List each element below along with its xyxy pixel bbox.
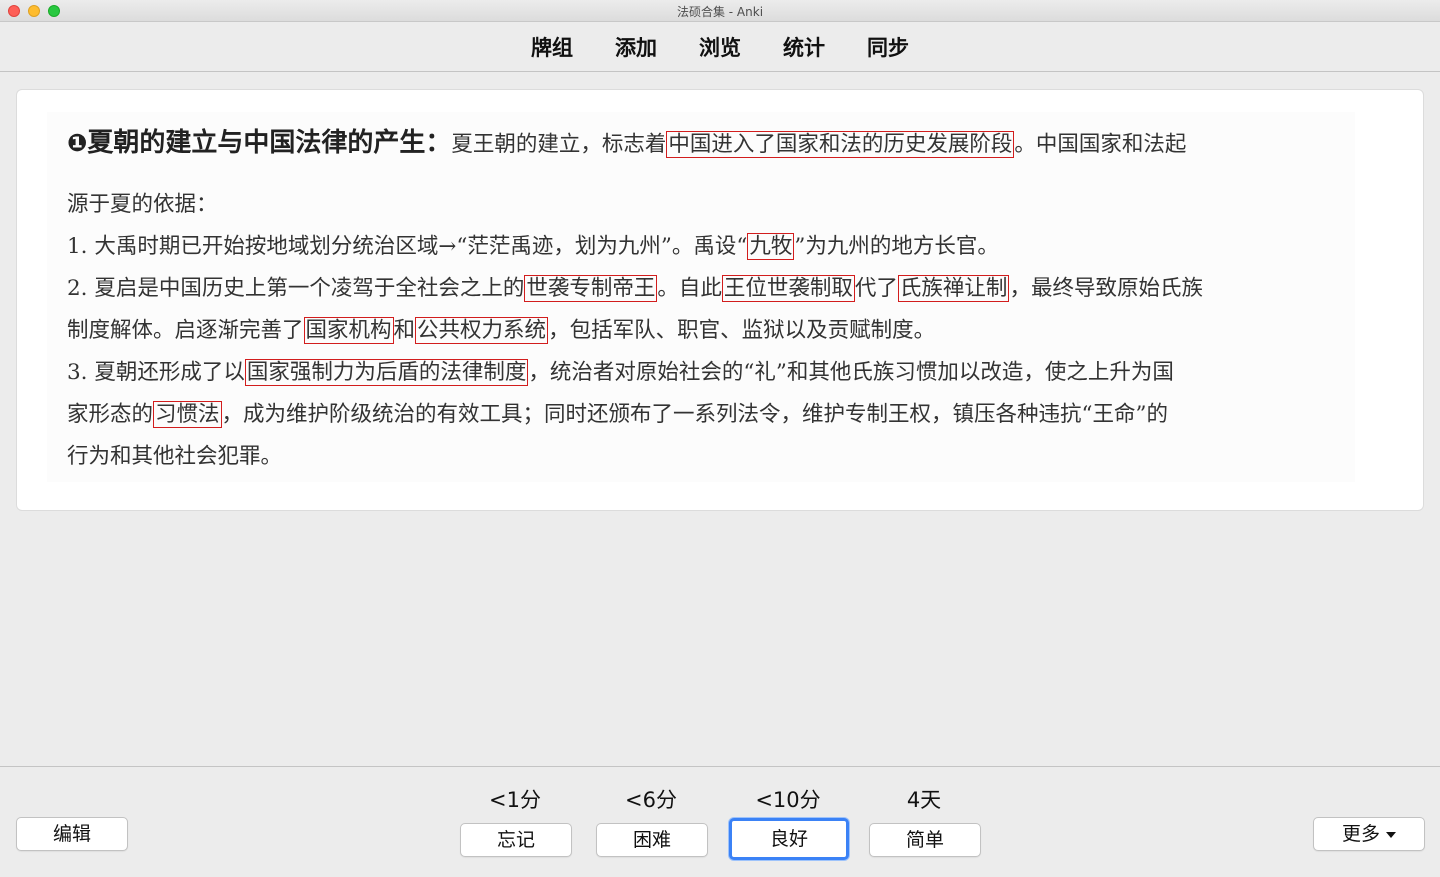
highlight-box: 国家机构 (303, 317, 394, 344)
more-button[interactable]: 更多 (1313, 817, 1425, 851)
highlight-box: 王位世袭制取 (721, 275, 855, 302)
text-span: 1. 大禹时期已开始按地域划分统治区域→“茫茫禹迹，划为九州”。禹设“ (67, 234, 748, 259)
text-span: 制度解体。启逐渐完善了 (67, 318, 304, 343)
text-span: 2. 夏启是中国历史上第一个凌驾于全社会之上的 (67, 276, 525, 301)
text-span: 家形态的 (67, 402, 154, 427)
card-line-4: 2. 夏启是中国历史上第一个凌驾于全社会之上的世袭专制帝王。自此王位世袭制取代了… (67, 268, 1335, 310)
interval-easy: 4天 (906, 788, 942, 812)
highlight-box: 国家强制力为后盾的法律制度 (244, 359, 529, 386)
text-span: 夏王朝的建立，标志着 (451, 132, 667, 157)
text-span: 源于夏的依据： (67, 192, 218, 217)
add-link[interactable]: 添加 (615, 32, 657, 62)
title-bar: 法硕合集 - Anki (0, 0, 1440, 22)
highlight-box: 公共权力系统 (415, 317, 549, 344)
card-content: ❶夏朝的建立与中国法律的产生：夏王朝的建立，标志着中国进入了国家和法的历史发展阶… (47, 112, 1355, 482)
text-span: 代了 (854, 276, 898, 301)
highlight-box: 九牧 (747, 233, 795, 260)
again-button[interactable]: 忘记 (460, 823, 572, 857)
more-label: 更多 (1341, 823, 1380, 845)
text-span: 3. 夏朝还形成了以 (67, 360, 245, 385)
text-span: 。自此 (657, 276, 722, 301)
stats-link[interactable]: 统计 (783, 32, 825, 62)
highlight-box: 氏族禅让制 (897, 275, 1010, 302)
decks-link[interactable]: 牌组 (531, 32, 573, 62)
text-span: ，统治者对原始社会的“礼”和其他氏族习惯加以改造，使之上升为国 (528, 360, 1174, 385)
card-line-8: 行为和其他社会犯罪。 (67, 436, 1335, 478)
card-line-3: 1. 大禹时期已开始按地域划分统治区域→“茫茫禹迹，划为九州”。禹设“九牧”为九… (67, 226, 1335, 268)
main-toolbar: 牌组 添加 浏览 统计 同步 (0, 22, 1440, 72)
highlight-box: 习惯法 (153, 401, 222, 428)
card-heading: ❶夏朝的建立与中国法律的产生： (67, 128, 451, 158)
text-span: ，最终导致原始氏族 (1009, 276, 1203, 301)
card-line-1: ❶夏朝的建立与中国法律的产生：夏王朝的建立，标志着中国进入了国家和法的历史发展阶… (67, 122, 1335, 166)
card-line-5: 制度解体。启逐渐完善了国家机构和公共权力系统，包括军队、职官、监狱以及贡赋制度。 (67, 310, 1335, 352)
hard-button[interactable]: 困难 (596, 823, 708, 857)
interval-hard: <6分 (625, 788, 677, 812)
answer-bar: 编辑 <1分 <6分 <10分 4天 忘记 困难 良好 简单 更多 (0, 766, 1440, 877)
text-span: 。中国国家和法起 (1014, 132, 1187, 157)
text-span: 和 (393, 318, 416, 343)
good-button[interactable]: 良好 (729, 818, 849, 860)
heading-title: 夏朝的建立与中国法律的产生： (87, 128, 452, 158)
text-span: ，成为维护阶级统治的有效工具；同时还颁布了一系列法令，维护专制王权，镇压各种违抗… (221, 402, 1169, 427)
highlight-box: 世袭专制帝王 (524, 275, 658, 302)
text-span: ”为九州的地方长官。 (794, 234, 999, 259)
sync-link[interactable]: 同步 (867, 32, 909, 62)
text-span: ，包括军队、职官、监狱以及贡赋制度。 (548, 318, 936, 343)
card-line-2: 源于夏的依据： (67, 184, 1335, 226)
browse-link[interactable]: 浏览 (699, 32, 741, 62)
dropdown-caret-icon (1386, 831, 1396, 838)
text-span: 行为和其他社会犯罪。 (67, 444, 283, 469)
heading-number: ❶ (67, 129, 88, 157)
window-title: 法硕合集 - Anki (676, 5, 764, 19)
highlight-box: 中国进入了国家和法的历史发展阶段 (666, 131, 1015, 158)
interval-again: <1分 (489, 788, 541, 812)
card-line-6: 3. 夏朝还形成了以国家强制力为后盾的法律制度，统治者对原始社会的“礼”和其他氏… (67, 352, 1335, 394)
interval-good: <10分 (755, 788, 821, 812)
card-line-7: 家形态的习惯法，成为维护阶级统治的有效工具；同时还颁布了一系列法令，维护专制王权… (67, 394, 1335, 436)
card-panel: ❶夏朝的建立与中国法律的产生：夏王朝的建立，标志着中国进入了国家和法的历史发展阶… (16, 89, 1424, 511)
edit-button[interactable]: 编辑 (16, 817, 128, 851)
easy-button[interactable]: 简单 (869, 823, 981, 857)
